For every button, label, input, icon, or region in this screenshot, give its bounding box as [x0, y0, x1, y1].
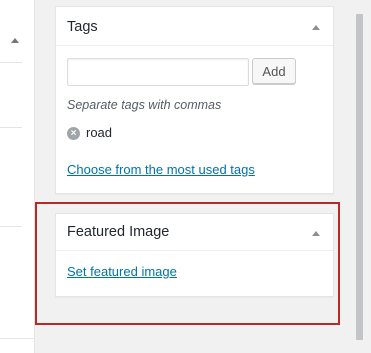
divider: [0, 226, 22, 227]
add-tag-button[interactable]: Add: [252, 58, 296, 84]
divider: [56, 45, 333, 46]
tag-input[interactable]: [67, 58, 249, 86]
triangle-up-icon[interactable]: [11, 38, 19, 43]
divider: [0, 127, 22, 128]
tags-box: Tags Add Separate tags with commas × roa…: [55, 6, 334, 194]
most-used-tags-link[interactable]: Choose from the most used tags: [67, 162, 255, 177]
x-circle-icon[interactable]: ×: [67, 127, 80, 140]
tags-box-title: Tags: [67, 19, 98, 35]
highlight-frame: [35, 202, 340, 325]
left-meta-panel: [0, 0, 35, 353]
scrollbar-thumb[interactable]: [356, 14, 363, 340]
tag-name: road: [86, 125, 113, 140]
divider: [0, 338, 34, 339]
triangle-up-icon[interactable]: [312, 25, 320, 30]
divider: [0, 62, 22, 63]
tags-hint: Separate tags with commas: [67, 98, 222, 112]
